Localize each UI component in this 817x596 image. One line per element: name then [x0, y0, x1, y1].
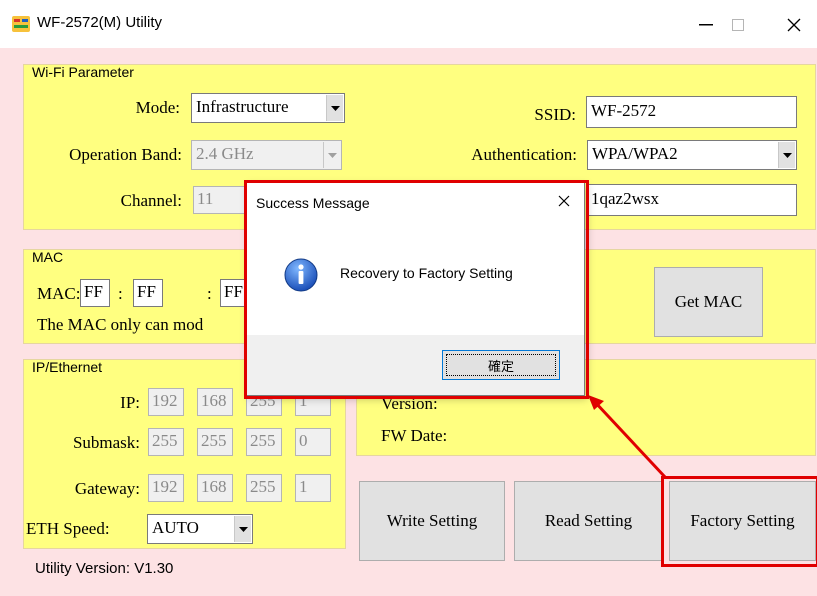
authentication-select[interactable]: WPA/WPA2 — [587, 140, 797, 170]
get-mac-button[interactable]: Get MAC — [654, 267, 763, 337]
ip-octet-1[interactable]: 192 — [148, 388, 184, 416]
window-title: WF-2572(M) Utility — [37, 14, 163, 31]
eth-speed-value: AUTO — [152, 518, 199, 537]
chevron-down-icon — [234, 516, 251, 542]
version-label: Version: — [381, 394, 438, 413]
read-setting-button[interactable]: Read Setting — [514, 481, 663, 561]
fw-date-label: FW Date: — [381, 426, 448, 445]
gateway-label: Gateway: — [74, 479, 140, 498]
chevron-down-icon — [326, 95, 343, 121]
mac-octet-2[interactable]: FF — [133, 279, 163, 307]
authentication-value: WPA/WPA2 — [592, 144, 678, 163]
mode-value: Infrastructure — [196, 97, 289, 116]
factory-setting-button[interactable]: Factory Setting — [669, 481, 816, 561]
submask-label: Submask: — [72, 433, 140, 452]
mac-octet-1[interactable]: FF — [80, 279, 110, 307]
ssid-input[interactable]: WF-2572 — [586, 96, 797, 128]
maximize-icon — [732, 19, 744, 31]
operation-band-value: 2.4 GHz — [196, 144, 254, 163]
mask-octet-4[interactable]: 0 — [295, 428, 331, 456]
ip-label: IP: — [120, 393, 140, 412]
gateway-octet-1[interactable]: 192 — [148, 474, 184, 502]
app-logo-icon — [12, 16, 30, 32]
mac-separator: : — [118, 284, 123, 303]
success-message-dialog: Success Message Recovery to Factory Sett… — [246, 182, 585, 396]
dialog-message: Recovery to Factory Setting — [340, 265, 513, 281]
mac-group-legend: MAC — [32, 249, 64, 265]
close-icon — [558, 195, 570, 207]
operation-band-select[interactable]: 2.4 GHz — [191, 140, 342, 170]
dialog-title: Success Message — [256, 195, 370, 211]
dialog-footer: 確定 — [247, 335, 584, 395]
info-icon — [284, 258, 318, 292]
mac-note: The MAC only can mod — [37, 315, 204, 334]
mode-select[interactable]: Infrastructure — [191, 93, 345, 123]
mac-label: MAC: — [37, 284, 81, 303]
chevron-down-icon — [323, 142, 340, 168]
ssid-label: SSID: — [534, 105, 576, 124]
write-setting-button[interactable]: Write Setting — [359, 481, 505, 561]
authentication-label: Authentication: — [471, 145, 577, 164]
dialog-close-button[interactable] — [554, 191, 574, 211]
mask-octet-2[interactable]: 255 — [197, 428, 233, 456]
mac-separator: : — [207, 284, 212, 303]
utility-version-text: Utility Version: V1.30 — [35, 560, 174, 577]
channel-field[interactable]: 11 — [193, 186, 253, 214]
channel-label: Channel: — [120, 191, 182, 210]
minimize-icon — [699, 24, 713, 26]
chevron-down-icon — [778, 142, 795, 168]
gateway-octet-3[interactable]: 255 — [246, 474, 282, 502]
operation-band-label: Operation Band: — [69, 145, 182, 164]
ip-group-legend: IP/Ethernet — [32, 359, 103, 375]
title-bar: WF-2572(M) Utility — [0, 0, 817, 48]
ip-octet-2[interactable]: 168 — [197, 388, 233, 416]
mode-label: Mode: — [135, 98, 180, 117]
gateway-octet-4[interactable]: 1 — [295, 474, 331, 502]
eth-speed-label: ETH Speed: — [26, 519, 110, 538]
mask-octet-1[interactable]: 255 — [148, 428, 184, 456]
mask-octet-3[interactable]: 255 — [246, 428, 282, 456]
maximize-button[interactable] — [715, 8, 761, 42]
close-icon — [787, 18, 801, 32]
ok-button[interactable]: 確定 — [442, 350, 560, 380]
password-input[interactable]: 1qaz2wsx — [586, 184, 797, 216]
gateway-octet-2[interactable]: 168 — [197, 474, 233, 502]
eth-speed-select[interactable]: AUTO — [147, 514, 253, 544]
focus-rect — [446, 354, 556, 376]
close-window-button[interactable] — [771, 8, 817, 42]
wifi-group-legend: Wi-Fi Parameter — [32, 64, 134, 80]
